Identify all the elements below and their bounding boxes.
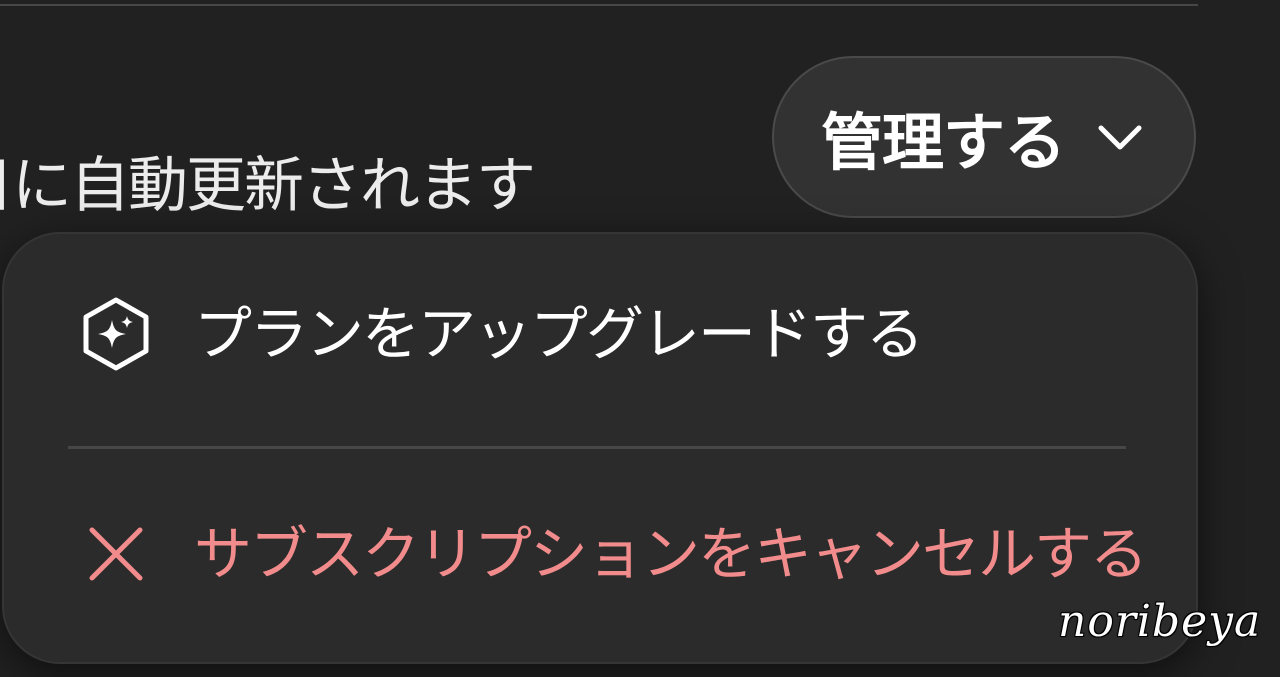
section-divider xyxy=(0,4,1198,6)
manage-dropdown-menu: プランをアップグレードする サブスクリプションをキャンセルする xyxy=(2,232,1198,664)
chevron-down-icon xyxy=(1098,125,1142,150)
manage-button[interactable]: 管理する xyxy=(772,56,1196,218)
cancel-subscription-label: サブスクリプションをキャンセルする xyxy=(194,520,1148,588)
close-icon xyxy=(89,527,143,581)
manage-button-label: 管理する xyxy=(820,106,1066,179)
upgrade-plan-menu-item[interactable]: プランをアップグレードする xyxy=(78,296,924,372)
sparkle-hexagon-icon xyxy=(83,297,149,371)
menu-divider xyxy=(68,446,1126,449)
upgrade-plan-label: プランをアップグレードする xyxy=(194,300,924,368)
renewal-text: 日に自動更新されます xyxy=(0,151,536,221)
watermark: noribeya xyxy=(1058,596,1262,647)
cancel-subscription-menu-item[interactable]: サブスクリプションをキャンセルする xyxy=(78,516,1148,592)
